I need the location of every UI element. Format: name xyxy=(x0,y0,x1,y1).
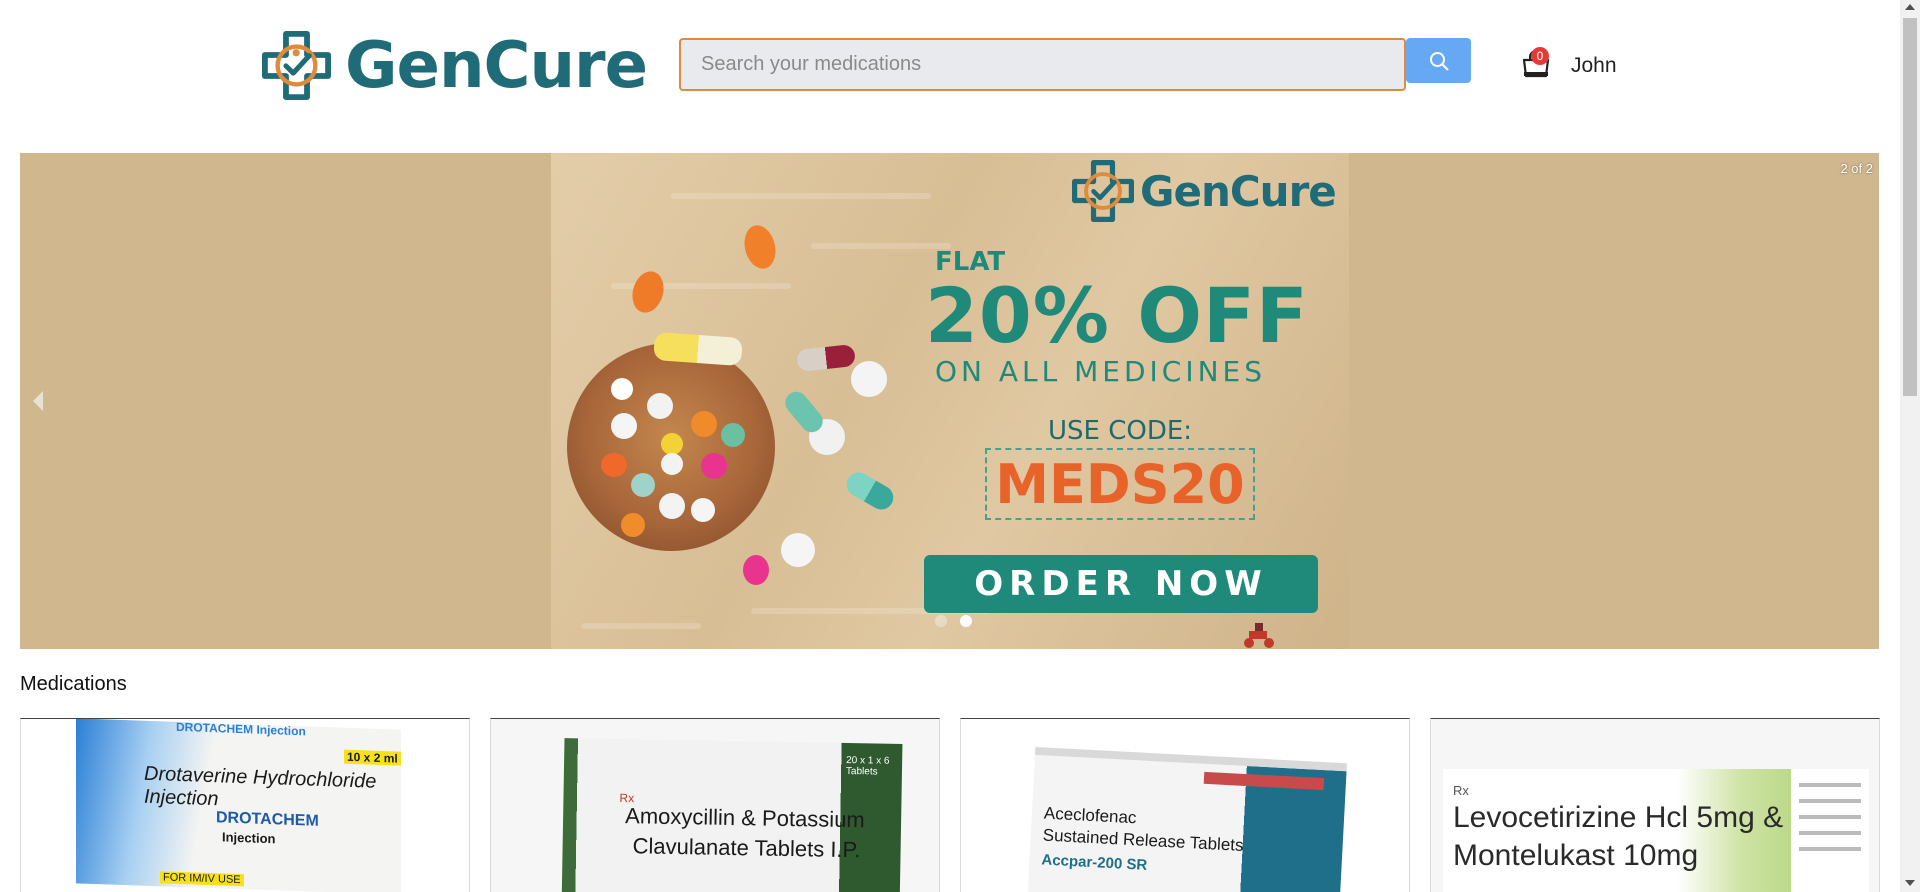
box-text: Accpar-200 SR xyxy=(1041,851,1148,874)
search-input[interactable] xyxy=(679,38,1406,91)
search-button[interactable] xyxy=(1406,38,1471,83)
promo-code-box: MEDS20 xyxy=(985,448,1255,520)
medical-cross-logo-icon xyxy=(262,31,331,101)
delivery-scooter-icon xyxy=(1244,623,1274,648)
medications-heading: Medications xyxy=(20,673,127,695)
medication-image: DROTACHEM Injection 10 x 2 ml Drotaverin… xyxy=(76,719,401,892)
order-now-button[interactable]: ORDER NOW xyxy=(924,555,1318,613)
box-text: Levocetirizine Hcl 5mg & xyxy=(1453,801,1784,834)
box-text: DROTACHEM xyxy=(216,809,319,830)
carousel-dot-1[interactable] xyxy=(935,615,947,627)
gencure-logo[interactable]: GenCure xyxy=(262,18,648,113)
banner-subtitle: ON ALL MEDICINES xyxy=(935,355,1267,388)
carousel-dot-2[interactable] xyxy=(960,615,972,627)
cart-count-badge: 0 xyxy=(1531,47,1549,65)
scroll-down-arrow[interactable] xyxy=(1905,880,1915,886)
promo-banner-image[interactable]: GenCure FLAT 20% OFF ON ALL MEDICINES US… xyxy=(551,153,1349,649)
box-text: Rx xyxy=(1453,783,1469,798)
logo-text: GenCure xyxy=(345,28,648,103)
scroll-thumb[interactable] xyxy=(1903,18,1917,396)
medication-card[interactable]: 20 x 1 x 6 Tablets Rx Amoxycillin & Pota… xyxy=(490,718,940,892)
site-header: GenCure 0 John xyxy=(0,0,1900,130)
box-text: Aceclofenac xyxy=(1043,803,1137,828)
scroll-up-arrow[interactable] xyxy=(1905,4,1915,10)
medication-card[interactable]: DROTACHEM Injection 10 x 2 ml Drotaverin… xyxy=(20,718,470,892)
banner-discount-text: 20% OFF xyxy=(925,271,1309,360)
medication-card[interactable]: Aceclofenac Sustained Release Tablets Ac… xyxy=(960,718,1410,892)
medication-card[interactable]: Rx Levocetirizine Hcl 5mg & Montelukast … xyxy=(1430,718,1880,892)
box-text: Amoxycillin & Potassium xyxy=(624,803,865,833)
carousel-prev-arrow[interactable] xyxy=(33,391,43,411)
promo-code: MEDS20 xyxy=(995,452,1245,516)
banner-brand-text: GenCure xyxy=(1140,166,1337,216)
carousel-dots xyxy=(935,615,972,627)
box-text: DROTACHEM Injection xyxy=(176,719,306,739)
box-text: Sustained Release Tablets xyxy=(1042,825,1245,855)
medical-cross-logo-icon xyxy=(1072,160,1134,222)
banner-use-code-label: USE CODE: xyxy=(1048,416,1193,446)
box-text: 20 x 1 x 6 Tablets xyxy=(845,754,890,778)
search-icon xyxy=(1429,51,1448,70)
page-scrollbar[interactable] xyxy=(1900,0,1920,892)
box-text: Montelukast 10mg xyxy=(1453,839,1699,872)
slide-counter: 2 of 2 xyxy=(1840,161,1873,176)
box-text: Injection xyxy=(222,829,276,847)
cart-button[interactable]: 0 xyxy=(1521,47,1551,80)
box-text: FOR IM/IV USE xyxy=(160,871,244,887)
medication-image: 20 x 1 x 6 Tablets Rx Amoxycillin & Pota… xyxy=(561,738,903,892)
box-text: 10 x 2 ml xyxy=(344,749,401,766)
box-text: Drotaverine Hydrochloride Injection xyxy=(144,762,377,811)
order-now-label: ORDER NOW xyxy=(974,564,1268,604)
banner-logo: GenCure xyxy=(1072,160,1337,222)
box-text: Clavulanate Tablets I.P. xyxy=(632,833,861,863)
medication-image: Aceclofenac Sustained Release Tablets Ac… xyxy=(1027,746,1347,892)
medication-image: Rx Levocetirizine Hcl 5mg & Montelukast … xyxy=(1443,769,1869,892)
promo-carousel: 2 of 2 GenCure FLAT 20% OFF ON ALL MEDIC… xyxy=(20,153,1879,649)
user-name[interactable]: John xyxy=(1571,54,1617,78)
